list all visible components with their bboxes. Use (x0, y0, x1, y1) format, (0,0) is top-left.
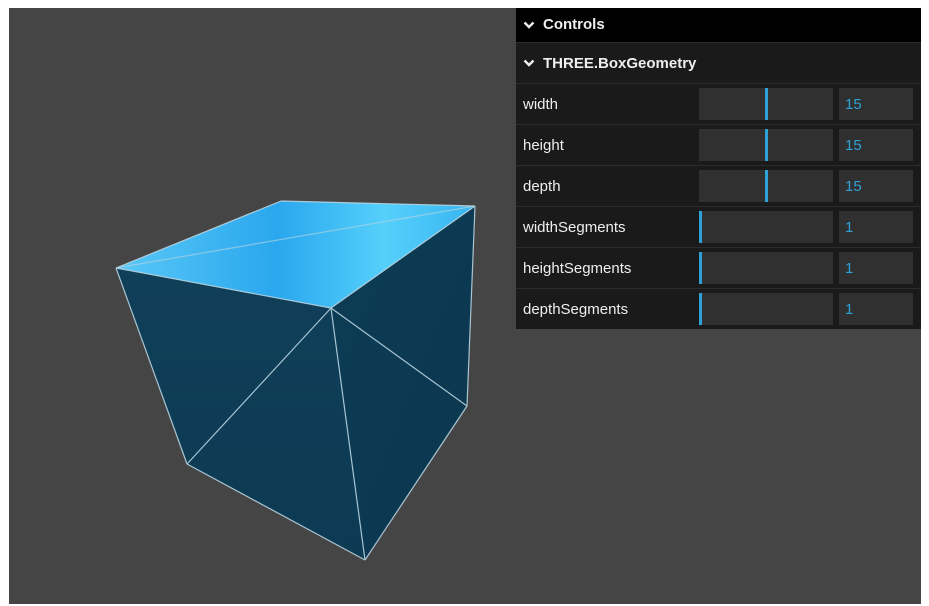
depth-slider[interactable] (699, 170, 833, 202)
param-label: width (523, 95, 559, 113)
slider-marker[interactable] (765, 170, 768, 202)
param-row-width-segments: widthSegments (516, 207, 921, 248)
width-input[interactable] (839, 88, 913, 120)
chevron-down-icon (523, 58, 537, 68)
width-segments-input[interactable] (839, 211, 913, 243)
folder-title-bar[interactable]: THREE.BoxGeometry (516, 43, 921, 84)
param-row-depth: depth (516, 166, 921, 207)
width-segments-slider[interactable] (699, 211, 833, 243)
controls-panel: Controls THREE.BoxGeometry width height … (516, 8, 921, 329)
param-label: widthSegments (523, 218, 626, 236)
param-row-height: height (516, 125, 921, 166)
height-input[interactable] (839, 129, 913, 161)
slider-marker[interactable] (765, 129, 768, 161)
chevron-down-icon (523, 20, 537, 30)
param-row-depth-segments: depthSegments (516, 289, 921, 329)
depth-segments-input[interactable] (839, 293, 913, 325)
folder-title: THREE.BoxGeometry (543, 54, 697, 72)
height-slider[interactable] (699, 129, 833, 161)
depth-segments-slider[interactable] (699, 293, 833, 325)
param-row-width: width (516, 84, 921, 125)
param-label: depthSegments (523, 300, 629, 318)
param-label: height (523, 136, 564, 154)
slider-marker[interactable] (699, 293, 702, 325)
depth-input[interactable] (839, 170, 913, 202)
slider-marker[interactable] (765, 88, 768, 120)
slider-marker[interactable] (699, 252, 702, 284)
height-segments-input[interactable] (839, 252, 913, 284)
param-label: heightSegments (523, 259, 632, 277)
controls-title-bar[interactable]: Controls (516, 8, 921, 43)
width-slider[interactable] (699, 88, 833, 120)
controls-title: Controls (543, 16, 605, 33)
param-label: depth (523, 177, 561, 195)
param-row-height-segments: heightSegments (516, 248, 921, 289)
height-segments-slider[interactable] (699, 252, 833, 284)
slider-marker[interactable] (699, 211, 702, 243)
